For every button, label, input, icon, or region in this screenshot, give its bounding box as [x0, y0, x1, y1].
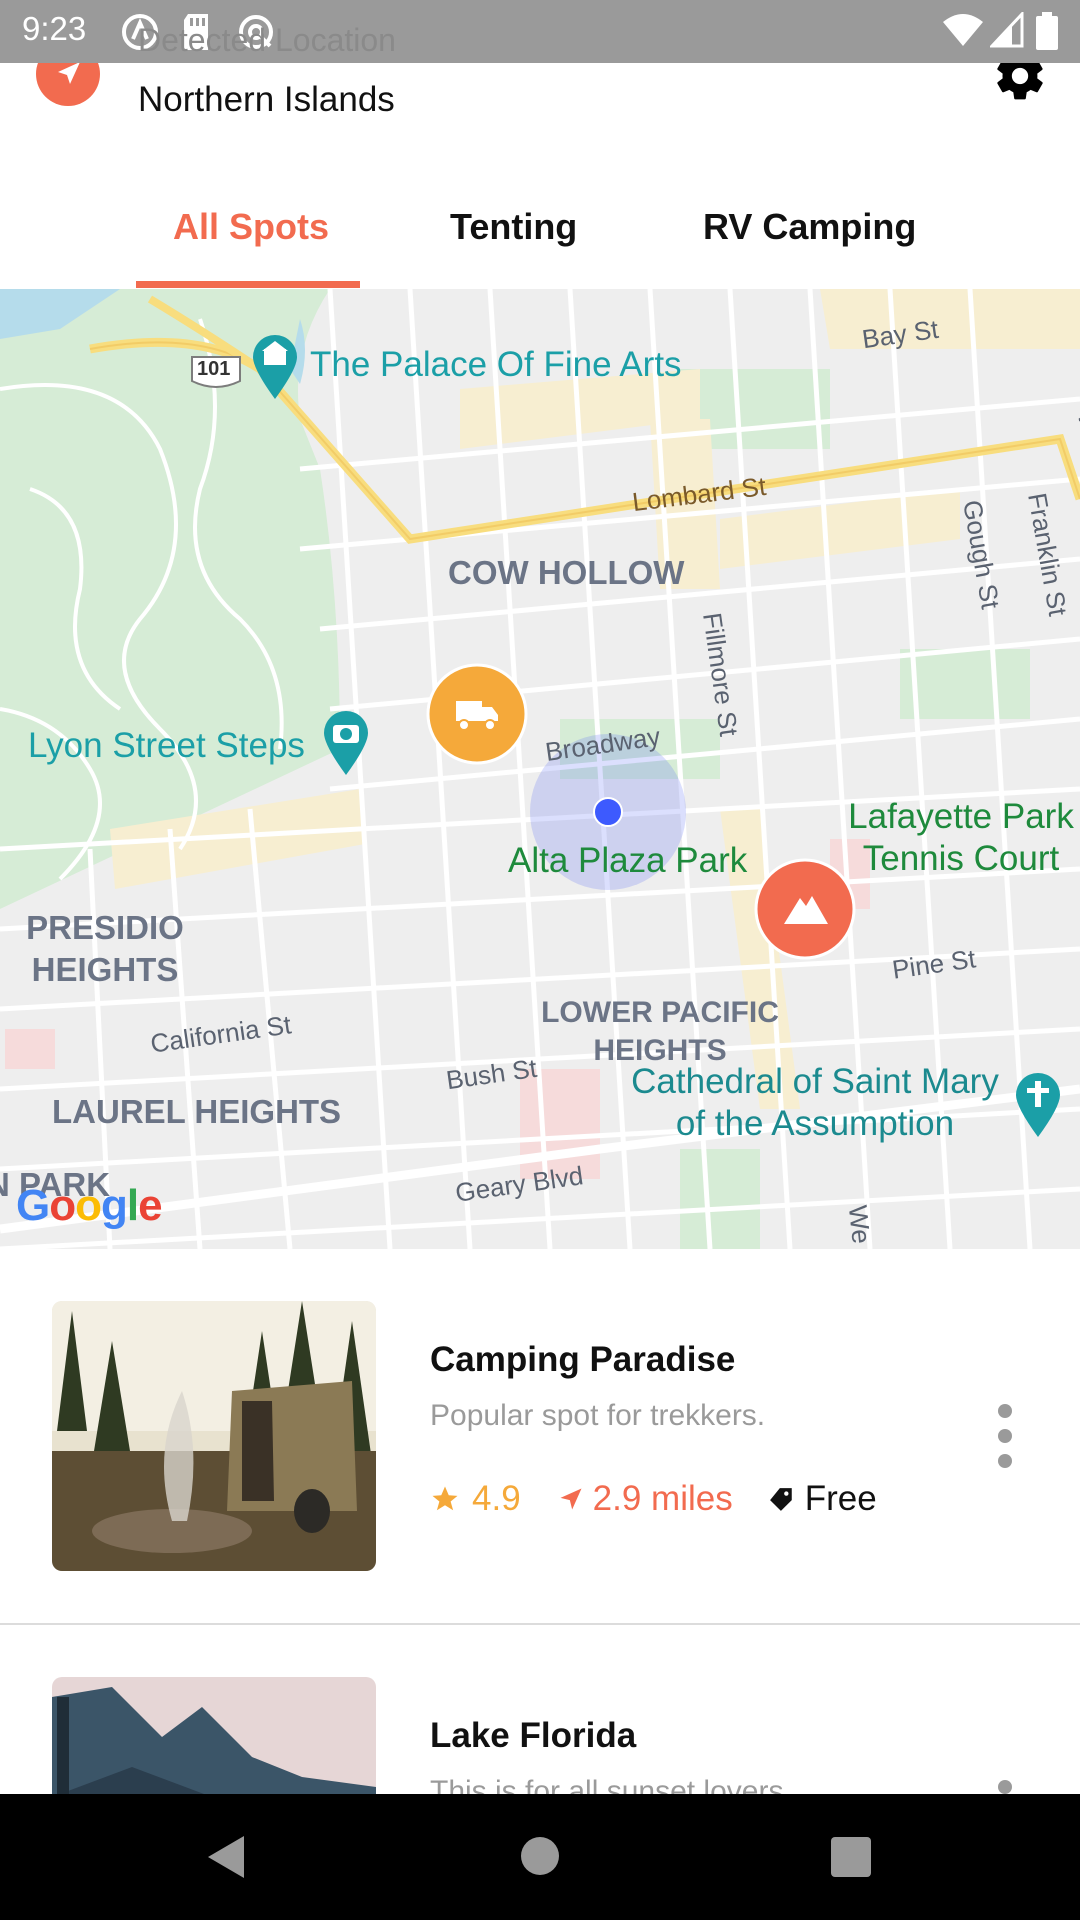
tab-rv-camping[interactable]: RV Camping — [703, 206, 916, 248]
poi-lafayette-park[interactable]: Lafayette Park Tennis Court — [846, 796, 1076, 880]
star-icon — [432, 1486, 458, 1511]
highway-shield-label: 101 — [197, 358, 231, 380]
recents-icon[interactable] — [830, 1836, 872, 1878]
location-name: Northern Islands — [138, 80, 395, 119]
tab-tenting[interactable]: Tenting — [450, 206, 577, 248]
spot-image — [52, 1301, 376, 1571]
active-tab-indicator — [136, 281, 360, 288]
street-we: We — [842, 1203, 877, 1246]
wifi-icon — [943, 14, 983, 46]
system-nav-bar — [0, 1794, 1080, 1920]
navigation-arrow-icon — [560, 1488, 582, 1510]
home-icon[interactable] — [520, 1836, 560, 1876]
tent-spot-marker[interactable] — [754, 858, 856, 960]
current-location-dot — [593, 797, 623, 827]
poi-lyon-street-steps[interactable]: Lyon Street Steps — [28, 726, 305, 766]
cell-signal-icon — [990, 12, 1024, 48]
district-laurel-heights: LAUREL HEIGHTS — [52, 1093, 342, 1130]
price-tag-icon — [769, 1488, 792, 1511]
district-presidio-heights: PRESIDIO HEIGHTS — [26, 909, 184, 988]
back-icon[interactable] — [204, 1834, 248, 1880]
status-time: 9:23 — [22, 10, 87, 47]
more-options-icon[interactable] — [990, 1401, 1020, 1471]
spot-meta: 4.9 2.9 miles Free — [430, 1479, 877, 1519]
museum-pin-icon[interactable] — [247, 331, 303, 401]
poi-palace-of-fine-arts[interactable]: The Palace Of Fine Arts — [310, 345, 682, 385]
spot-rating: 4.9 — [472, 1479, 521, 1518]
camera-pin-icon[interactable] — [318, 707, 374, 777]
spot-distance: 2.9 miles — [592, 1479, 733, 1518]
spot-price: Free — [804, 1479, 877, 1518]
spot-description: Popular spot for trekkers. — [430, 1399, 766, 1432]
google-attribution: Google — [16, 1181, 163, 1230]
poi-cathedral[interactable]: Cathedral of Saint Mary of the Assumptio… — [620, 1061, 1010, 1145]
spot-title[interactable]: Lake Florida — [430, 1716, 636, 1756]
tab-all-spots[interactable]: All Spots — [173, 206, 329, 248]
church-pin-icon[interactable] — [1010, 1069, 1066, 1139]
poi-alta-plaza-park[interactable]: Alta Plaza Park — [508, 841, 747, 881]
spot-title[interactable]: Camping Paradise — [430, 1340, 735, 1380]
location-caption: Detected Location — [138, 22, 396, 58]
spot-card[interactable]: Camping Paradise Popular spot for trekke… — [0, 1249, 1080, 1625]
battery-icon — [1036, 12, 1058, 50]
district-cow-hollow: COW HOLLOW — [448, 554, 685, 591]
rv-spot-marker[interactable] — [426, 663, 528, 765]
map-view[interactable]: 101 The Palace Of Fine Arts Lyon Street … — [0, 289, 1080, 1249]
district-lower-pacific-heights: LOWER PACIFIC HEIGHTS — [541, 996, 779, 1067]
